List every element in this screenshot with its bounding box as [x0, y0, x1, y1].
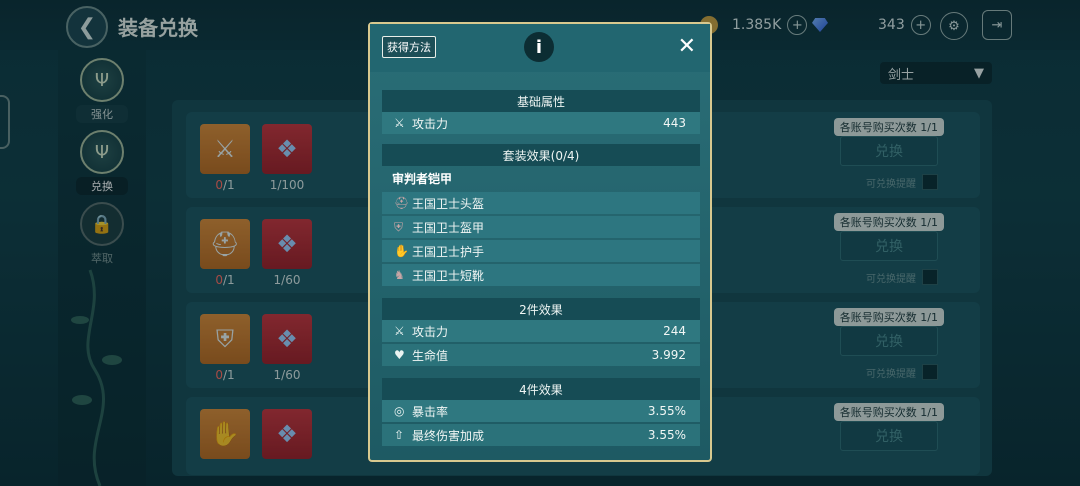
stat-label: 攻击力 [412, 116, 449, 131]
stat-row: ♥ 生命值 3.992 [382, 344, 700, 366]
stat-value: 3.55% [647, 404, 686, 418]
set-piece-label: 王国卫士盔甲 [412, 220, 485, 235]
helmet-icon: ⛑ [394, 196, 410, 210]
damage-up-icon: ⇧ [394, 428, 405, 442]
stat-value: 443 [663, 116, 686, 130]
stat-row: ⚔ 攻击力 443 [382, 112, 700, 134]
stat-row: ⇧ 最终伤害加成 3.55% [382, 424, 700, 446]
close-icon[interactable]: ✕ [678, 34, 696, 59]
equipment-info-modal: 获得方法 i ✕ 基础属性 ⚔ 攻击力 443 套装效果(0/4) 审判者铠甲 … [368, 22, 712, 462]
info-icon: i [524, 32, 554, 62]
set-piece: ♞ 王国卫士短靴 [382, 264, 700, 286]
stat-value: 3.992 [651, 348, 686, 362]
crossed-swords-icon: ⚔ [394, 116, 405, 130]
boots-icon: ♞ [394, 268, 405, 282]
stat-label: 攻击力 [412, 324, 449, 339]
heart-icon: ♥ [394, 348, 405, 362]
source-button[interactable]: 获得方法 [382, 36, 436, 58]
two-piece-heading: 2件效果 [382, 298, 700, 320]
set-piece: ✋ 王国卫士护手 [382, 240, 700, 262]
set-piece: ⛨ 王国卫士盔甲 [382, 216, 700, 238]
set-effect-heading: 套装效果(0/4) [382, 144, 700, 166]
stat-row: ⚔ 攻击力 244 [382, 320, 700, 342]
set-piece: ⛑ 王国卫士头盔 [382, 192, 700, 214]
gauntlet-icon: ✋ [394, 244, 409, 258]
crit-target-icon: ◎ [394, 404, 405, 418]
base-stats-heading: 基础属性 [382, 90, 700, 112]
stat-value: 3.55% [647, 428, 686, 442]
set-piece-label: 王国卫士护手 [412, 244, 485, 259]
stat-label: 暴击率 [412, 404, 449, 419]
set-piece-label: 王国卫士头盔 [412, 196, 485, 211]
modal-header: 获得方法 i ✕ [370, 24, 710, 72]
set-piece-label: 王国卫士短靴 [412, 268, 485, 283]
stat-label: 生命值 [412, 348, 449, 363]
stat-label: 最终伤害加成 [412, 428, 485, 443]
armor-icon: ⛨ [394, 219, 404, 234]
stat-value: 244 [663, 324, 686, 338]
stat-row: ◎ 暴击率 3.55% [382, 400, 700, 422]
crossed-swords-icon: ⚔ [394, 324, 405, 338]
four-piece-heading: 4件效果 [382, 378, 700, 400]
set-name: 审判者铠甲 [392, 172, 453, 186]
